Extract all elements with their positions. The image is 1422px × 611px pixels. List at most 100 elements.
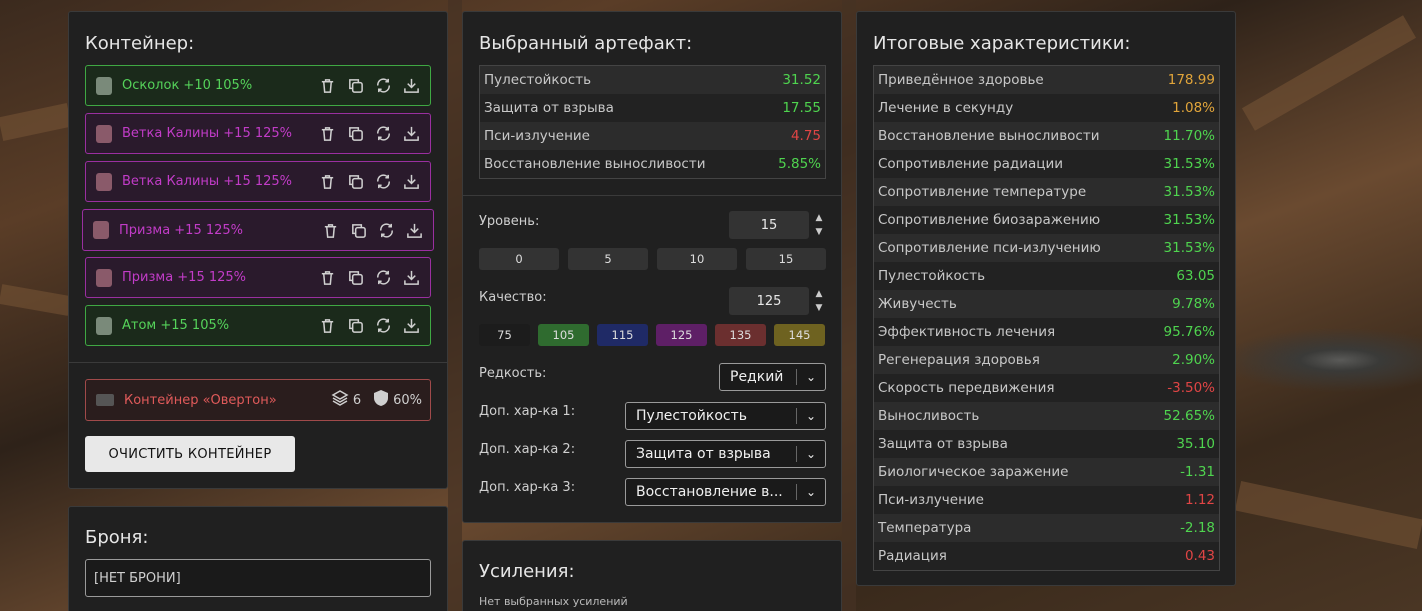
container-item[interactable]: Атом +15 105%: [85, 305, 431, 346]
refresh-icon[interactable]: [374, 317, 392, 335]
container-item-name: Ветка Калины +15 125%: [122, 126, 293, 141]
stat-row: Регенерация здоровья 2.90%: [874, 346, 1219, 374]
trash-icon[interactable]: [318, 77, 336, 95]
stat-row: Восстановление выносливости 5.85%: [480, 150, 825, 178]
level-up-icon[interactable]: ▲: [813, 212, 825, 224]
container-box-icon: [96, 394, 114, 406]
quality-preset-button[interactable]: 135: [715, 324, 766, 346]
quality-label: Качество:: [479, 290, 547, 305]
download-icon[interactable]: [402, 173, 420, 191]
container-item[interactable]: Ветка Калины +15 125%: [85, 161, 431, 202]
boosts-empty-text: Нет выбранных усилений: [479, 595, 628, 608]
extra3-label: Доп. хар-ка 3:: [479, 480, 576, 495]
level-preset-button[interactable]: 15: [746, 248, 826, 270]
extra3-select[interactable]: Восстановление в... ⌄: [625, 478, 826, 506]
extra2-value: Защита от взрыва: [636, 446, 771, 462]
trash-icon[interactable]: [318, 269, 336, 287]
stat-value: -2.18: [1180, 520, 1215, 536]
quality-input[interactable]: 125: [729, 287, 809, 315]
rarity-select[interactable]: Редкий ⌄: [719, 363, 826, 391]
artifact-icon: [96, 76, 112, 95]
stat-value: -3.50%: [1167, 380, 1215, 396]
container-slots: 6: [352, 392, 362, 408]
stat-label: Радиация: [878, 548, 947, 564]
stat-row: Лечение в секунду 1.08%: [874, 94, 1219, 122]
trash-icon[interactable]: [318, 173, 336, 191]
chevron-down-icon: ⌄: [805, 370, 817, 384]
level-preset-button[interactable]: 10: [657, 248, 737, 270]
quality-up-icon[interactable]: ▲: [813, 288, 825, 300]
container-item-name: Ветка Калины +15 125%: [122, 174, 293, 189]
quality-preset-button[interactable]: 105: [538, 324, 589, 346]
quality-preset-button[interactable]: 125: [656, 324, 707, 346]
artifact-divider: [463, 195, 841, 196]
download-icon[interactable]: [402, 125, 420, 143]
level-preset-button[interactable]: 0: [479, 248, 559, 270]
refresh-icon[interactable]: [377, 221, 395, 239]
stat-row: Радиация 0.43: [874, 542, 1219, 570]
container-item-name: Атом +15 105%: [122, 318, 230, 333]
artifact-icon: [96, 124, 112, 143]
copy-icon[interactable]: [349, 221, 367, 239]
armor-title: Броня:: [85, 527, 149, 548]
container-item-name: Осколок +10 105%: [122, 78, 253, 93]
trash-icon[interactable]: [321, 221, 339, 239]
artifact-icon: [96, 172, 112, 191]
stat-row: Сопротивление температуре 31.53%: [874, 178, 1219, 206]
stat-value: 31.52: [782, 72, 821, 88]
container-item[interactable]: Осколок +10 105%: [85, 65, 431, 106]
stat-row: Температура -2.18: [874, 514, 1219, 542]
boosts-title: Усиления:: [479, 561, 575, 582]
quality-preset-button[interactable]: 145: [774, 324, 825, 346]
totals-title: Итоговые характеристики:: [873, 33, 1131, 54]
level-down-icon[interactable]: ▼: [813, 226, 825, 238]
clear-container-button[interactable]: ОЧИСТИТЬ КОНТЕЙНЕР: [85, 436, 295, 472]
stat-label: Биологическое заражение: [878, 464, 1069, 480]
download-icon[interactable]: [405, 221, 423, 239]
refresh-icon[interactable]: [374, 125, 392, 143]
refresh-icon[interactable]: [374, 173, 392, 191]
stat-row: Пулестойкость 63.05: [874, 262, 1219, 290]
copy-icon[interactable]: [346, 317, 364, 335]
stat-label: Эффективность лечения: [878, 324, 1056, 340]
stat-value: 31.53%: [1163, 156, 1215, 172]
stat-value: 1.12: [1184, 492, 1215, 508]
container-item-name: Призма +15 125%: [119, 222, 244, 238]
container-title: Контейнер:: [85, 33, 195, 54]
copy-icon[interactable]: [346, 125, 364, 143]
quality-preset-button[interactable]: 75: [479, 324, 530, 346]
armor-field[interactable]: [НЕТ БРОНИ]: [85, 559, 431, 597]
refresh-icon[interactable]: [374, 269, 392, 287]
copy-icon[interactable]: [346, 77, 364, 95]
stat-label: Выносливость: [878, 408, 980, 424]
quality-preset-button[interactable]: 115: [597, 324, 648, 346]
copy-icon[interactable]: [346, 173, 364, 191]
artifact-icon: [96, 268, 112, 287]
stat-value: 95.76%: [1163, 324, 1215, 340]
container-box[interactable]: Контейнер «Овертон» 6 60%: [85, 379, 431, 421]
extra1-select[interactable]: Пулестойкость ⌄: [625, 402, 826, 430]
stat-row: Пси-излучение 4.75: [480, 122, 825, 150]
rarity-label: Редкость:: [479, 366, 547, 381]
artifact-title: Выбранный артефакт:: [479, 33, 693, 54]
container-item[interactable]: Призма +15 125%: [85, 257, 431, 298]
extra2-select[interactable]: Защита от взрыва ⌄: [625, 440, 826, 468]
container-item[interactable]: Призма +15 125%: [82, 209, 434, 251]
refresh-icon[interactable]: [374, 77, 392, 95]
armor-panel: Броня: [НЕТ БРОНИ]: [68, 506, 448, 611]
level-input[interactable]: 15: [729, 211, 809, 239]
container-item[interactable]: Ветка Калины +15 125%: [85, 113, 431, 154]
level-preset-button[interactable]: 5: [568, 248, 648, 270]
quality-down-icon[interactable]: ▼: [813, 302, 825, 314]
trash-icon[interactable]: [318, 125, 336, 143]
copy-icon[interactable]: [346, 269, 364, 287]
container-protection: 60%: [393, 392, 422, 408]
background-plank: [448, 0, 462, 611]
stat-value: 5.85%: [778, 156, 821, 172]
stat-value: 4.75: [790, 128, 821, 144]
download-icon[interactable]: [402, 269, 420, 287]
download-icon[interactable]: [402, 77, 420, 95]
stat-row: Защита от взрыва 35.10: [874, 430, 1219, 458]
trash-icon[interactable]: [318, 317, 336, 335]
download-icon[interactable]: [402, 317, 420, 335]
